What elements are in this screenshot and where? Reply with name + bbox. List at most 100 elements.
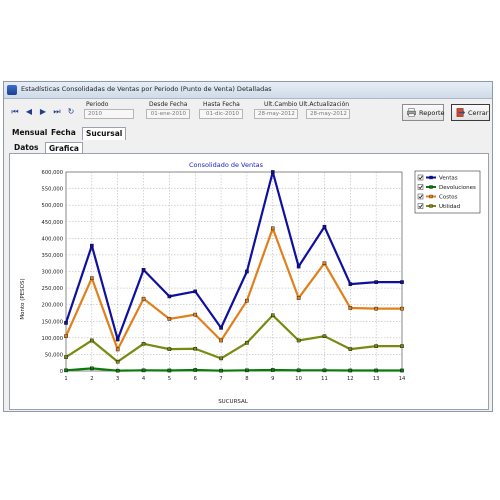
chart-legend: Ventas Devoluciones Costos Utilidad [414, 170, 481, 214]
refresh-icon[interactable]: ↻ [66, 107, 76, 117]
legend-marker-costos [429, 194, 433, 199]
data-point-utilidad [296, 338, 301, 343]
y-tick-label: 150,000 [42, 319, 63, 325]
tab-fecha[interactable]: Fecha [48, 127, 79, 139]
reporte-button-label: Reporte [419, 109, 445, 117]
data-point-costos [348, 306, 353, 310]
chart-title: Consolidado de Ventas [189, 161, 264, 169]
tab-sucursal[interactable]: Sucursal [82, 127, 127, 140]
legend-label-devoluciones: Devoluciones [439, 185, 476, 191]
data-point-utilidad [193, 346, 198, 351]
cerrar-button-label: Cerrar [468, 109, 489, 117]
y-tick-label: 300,000 [42, 270, 63, 276]
x-tick-label: 4 [142, 376, 146, 382]
data-point-ventas [322, 224, 327, 229]
data-point-costos [167, 317, 172, 321]
data-point-ventas [167, 294, 172, 299]
sales-line-chart: Consolidado de Ventas 0 50,000 100,000 150,… [20, 161, 481, 405]
x-tick-label: 10 [295, 376, 302, 382]
y-tick-label: 100,000 [42, 336, 63, 342]
ult-actualizacion-field: 28-may-2012 [306, 109, 350, 119]
data-point-ventas [296, 264, 301, 269]
app-icon [7, 85, 17, 95]
hasta-fecha-field[interactable]: 01-dic-2010 [199, 109, 243, 119]
data-point-utilidad [141, 342, 146, 346]
periodo-field[interactable]: 2010 [84, 109, 134, 119]
data-point-utilidad [64, 355, 68, 359]
y-tick-label: 350,000 [42, 253, 63, 259]
data-point-utilidad [115, 359, 120, 364]
legend-label-ventas: Ventas [439, 176, 458, 182]
data-point-devoluciones [193, 368, 198, 372]
data-point-ventas [64, 321, 68, 325]
data-point-ventas [400, 280, 404, 284]
legend-marker-ventas [429, 175, 433, 180]
data-point-ventas [374, 280, 378, 284]
app-window: Estadísticas Consolidadas de Ventas por … [3, 81, 493, 412]
legend-marker-devoluciones [429, 185, 433, 189]
data-point-devoluciones [167, 368, 172, 373]
x-tick-label: 11 [321, 376, 328, 382]
x-tick-label: 8 [245, 376, 248, 382]
y-tick-label: 250,000 [42, 286, 63, 292]
data-point-costos [219, 338, 223, 343]
chart-panel: Consolidado de Ventas 0 50,000 100,000 150,… [9, 153, 489, 410]
next-record-icon[interactable]: ▶ [38, 107, 48, 117]
data-point-ventas [219, 326, 223, 330]
data-point-ventas [115, 337, 120, 342]
y-tick-label: 400,000 [42, 236, 63, 242]
data-point-devoluciones [348, 368, 353, 373]
data-point-utilidad [90, 338, 94, 343]
data-point-costos [322, 261, 327, 266]
chart-xlabel: SUCURSAL [218, 399, 249, 405]
desde-fecha-label: Desde Fecha [149, 101, 188, 108]
x-tick-label: 14 [399, 376, 406, 382]
data-point-costos [193, 312, 198, 317]
data-point-costos [115, 347, 120, 352]
reporte-button[interactable]: Reporte [402, 104, 445, 121]
data-point-devoluciones [245, 368, 249, 373]
data-point-devoluciones [296, 368, 301, 373]
data-point-utilidad [322, 334, 327, 338]
data-point-utilidad [270, 313, 275, 318]
x-tick-label: 5 [168, 376, 171, 382]
data-point-utilidad [400, 344, 404, 348]
data-point-devoluciones [219, 368, 223, 373]
y-tick-label: 450,000 [42, 220, 63, 226]
data-point-ventas [141, 268, 146, 272]
toolbar: ⏮ ◀ ▶ ⏭ ↻ Periodo 2010 Desde Fecha 01-en… [4, 98, 492, 124]
desde-fecha-field[interactable]: 01-ene-2010 [146, 109, 190, 119]
last-record-icon[interactable]: ⏭ [52, 107, 62, 117]
y-tick-label: 50,000 [45, 352, 63, 358]
cerrar-button[interactable]: Cerrar [451, 104, 490, 121]
data-point-utilidad [374, 344, 378, 348]
periodo-label: Periodo [86, 101, 109, 108]
data-point-devoluciones [141, 368, 146, 373]
x-tick-label: 3 [116, 376, 119, 382]
x-tick-label: 9 [271, 376, 274, 382]
x-tick-label: 13 [373, 376, 380, 382]
window-title: Estadísticas Consolidadas de Ventas por … [21, 85, 272, 93]
data-point-devoluciones [115, 368, 120, 373]
prev-record-icon[interactable]: ◀ [24, 107, 34, 117]
data-point-costos [374, 306, 378, 311]
exit-door-icon [456, 108, 465, 117]
ult-cambio-field: 28-may-2012 [254, 109, 298, 119]
data-point-devoluciones [270, 368, 275, 372]
data-point-devoluciones [64, 368, 68, 373]
chart-ylabel: Monto (PESOS) [20, 278, 26, 319]
first-record-icon[interactable]: ⏮ [10, 107, 20, 117]
ult-actualizacion-label: Ult.Actualización [299, 101, 350, 108]
legend-marker-utilidad [429, 204, 433, 208]
tab-mensual[interactable]: Mensual [9, 127, 50, 139]
data-point-ventas [270, 170, 275, 174]
ult-cambio-label: Ult.Cambio [264, 101, 298, 108]
data-point-devoluciones [400, 368, 404, 373]
data-point-utilidad [167, 347, 172, 351]
y-tick-label: 550,000 [42, 187, 63, 193]
data-point-costos [90, 276, 94, 280]
data-point-ventas [193, 289, 198, 294]
hasta-fecha-label: Hasta Fecha [203, 101, 240, 108]
data-point-costos [245, 298, 249, 303]
data-point-devoluciones [90, 366, 94, 371]
